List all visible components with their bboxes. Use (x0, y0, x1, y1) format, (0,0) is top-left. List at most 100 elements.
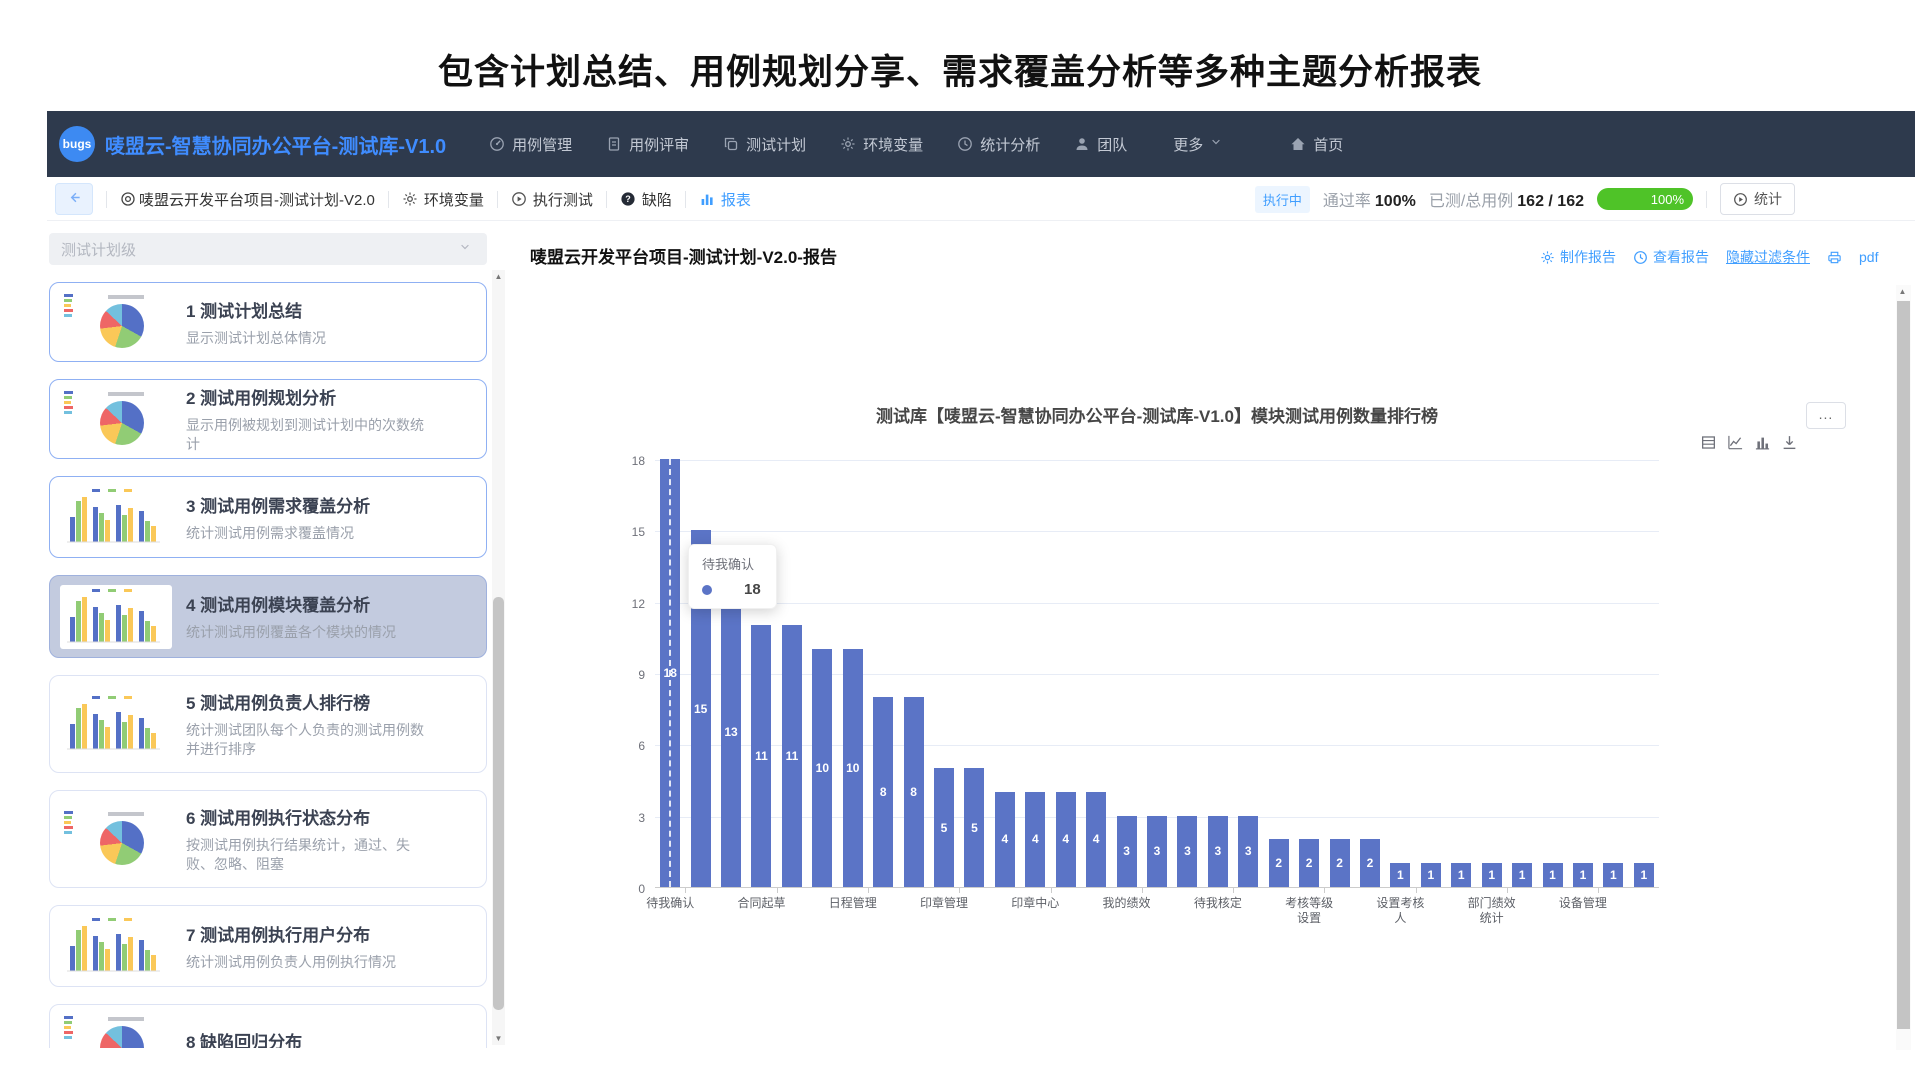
bar-value-label: 1 (1580, 868, 1587, 882)
toolbar-defects[interactable]: ? 缺陷 (620, 189, 672, 210)
emphasis-dash-line (669, 459, 671, 887)
chart-bar[interactable]: 5 (964, 768, 984, 887)
chart-bar[interactable]: 1 (1634, 863, 1654, 887)
report-card-5[interactable]: 5 测试用例负责人排行榜统计测试团队每个人负责的测试用例数并进行排序 (49, 675, 487, 773)
nav-item-test-plan[interactable]: 测试计划 (706, 134, 823, 155)
report-card-8[interactable]: 8 缺陷回归分布 (49, 1004, 487, 1048)
main-scrollbar-thumb[interactable] (1897, 301, 1910, 1029)
scroll-up-icon[interactable]: ▲ (1896, 287, 1909, 296)
report-card-2[interactable]: 2 测试用例规划分析显示用例被规划到测试计划中的次数统计 (49, 379, 487, 459)
x-axis-tick (1416, 888, 1417, 893)
chart-bar[interactable]: 1 (1421, 863, 1441, 887)
plan-level-select[interactable]: 测试计划级 (49, 233, 487, 265)
stats-button[interactable]: 统计 (1720, 183, 1795, 215)
chart-bar[interactable]: 2 (1360, 839, 1380, 887)
view-report-link[interactable]: 查看报告 (1633, 247, 1709, 267)
chart-bar[interactable]: 8 (904, 697, 924, 887)
nav-item-case-management[interactable]: 用例管理 (472, 134, 589, 155)
scroll-up-icon[interactable]: ▲ (492, 272, 505, 281)
chart-bar[interactable]: 4 (1056, 792, 1076, 887)
back-arrow-icon (67, 190, 82, 208)
chart-bar[interactable]: 8 (873, 697, 893, 887)
divider (388, 191, 389, 208)
download-icon[interactable] (1781, 434, 1798, 451)
chart-bar[interactable]: 1 (1390, 863, 1410, 887)
chart-bar[interactable]: 1 (1603, 863, 1623, 887)
app-logo[interactable]: bugs (59, 126, 95, 162)
chart-bar[interactable]: 2 (1269, 839, 1289, 887)
chart-bar[interactable]: 2 (1330, 839, 1350, 887)
chevron-down-icon (459, 241, 475, 257)
y-axis-label: 9 (601, 668, 645, 682)
chart-bar[interactable]: 3 (1208, 816, 1228, 887)
chart-bar[interactable]: 2 (1299, 839, 1319, 887)
bar-value-label: 1 (1397, 868, 1404, 882)
report-card-1[interactable]: 1 测试计划总结显示测试计划总体情况 (49, 282, 487, 362)
pdf-link[interactable]: pdf (1859, 249, 1878, 265)
chart-bar[interactable]: 3 (1117, 816, 1137, 887)
chart-bar[interactable]: 10 (812, 649, 832, 887)
chart-bar[interactable]: 13 (721, 578, 741, 887)
chart-bar[interactable]: 18 (660, 459, 680, 887)
x-axis-label: 待我确认 (628, 896, 712, 911)
chart-bar[interactable]: 3 (1238, 816, 1258, 887)
sidebar-scrollbar-thumb[interactable] (493, 597, 504, 1010)
chart-bar[interactable]: 4 (995, 792, 1015, 887)
toolbar-report[interactable]: 报表 (699, 189, 751, 210)
hide-filter-link[interactable]: 隐藏过滤条件 (1726, 247, 1810, 267)
chart-bar[interactable]: 1 (1512, 863, 1532, 887)
chart-bar[interactable]: 4 (1025, 792, 1045, 887)
report-card-6[interactable]: 6 测试用例执行状态分布按测试用例执行结果统计，通过、失败、忽略、阻塞 (49, 790, 487, 888)
x-axis-tick (959, 888, 960, 893)
copy-icon (723, 136, 739, 152)
line-chart-toggle-icon[interactable] (1727, 434, 1744, 451)
chart-bar[interactable]: 3 (1177, 816, 1197, 887)
pie-chart-thumbnail (60, 807, 172, 871)
chart-bar[interactable]: 4 (1086, 792, 1106, 887)
report-card-3[interactable]: 3 测试用例需求覆盖分析统计测试用例需求覆盖情况 (49, 476, 487, 558)
clock-icon (1633, 250, 1648, 265)
bar-value-label: 1 (1427, 868, 1434, 882)
chart-bar[interactable]: 11 (782, 625, 802, 887)
print-icon[interactable] (1827, 250, 1842, 265)
question-circle-icon: ? (620, 191, 636, 207)
gear-icon (1540, 250, 1555, 265)
pie-thumbnail (100, 304, 144, 348)
chart-bar[interactable]: 10 (843, 649, 863, 887)
bar-chart-toggle-icon[interactable] (1754, 434, 1771, 451)
thumb-legend (64, 391, 73, 416)
toolbar-env-variables[interactable]: 环境变量 (402, 189, 484, 210)
target-icon (120, 191, 136, 207)
chart-bar[interactable]: 1 (1451, 863, 1471, 887)
chart-bar[interactable]: 11 (751, 625, 771, 887)
nav-item-stats-analysis[interactable]: 统计分析 (940, 134, 1057, 155)
bar-value-label: 4 (1093, 832, 1100, 846)
nav-item-case-review[interactable]: 用例评审 (589, 134, 706, 155)
chart-bar[interactable]: 1 (1482, 863, 1502, 887)
chart-bar[interactable]: 3 (1147, 816, 1167, 887)
play-circle-icon (511, 191, 527, 207)
chart-bar[interactable]: 5 (934, 768, 954, 887)
report-card-7[interactable]: 7 测试用例执行用户分布统计测试用例负责人用例执行情况 (49, 905, 487, 987)
main-scrollbar[interactable]: ▲ (1896, 285, 1911, 1050)
back-button[interactable] (55, 183, 93, 215)
make-report-link[interactable]: 制作报告 (1540, 247, 1616, 267)
project-breadcrumb[interactable]: 唛盟云开发平台项目-测试计划-V2.0 (120, 189, 375, 210)
nav-item-more[interactable]: 更多 (1156, 134, 1243, 155)
report-card-4[interactable]: 4 测试用例模块覆盖分析统计测试用例覆盖各个模块的情况 (49, 575, 487, 658)
top-navbar: bugs 唛盟云-智慧协同办公平台-测试库-V1.0 用例管理用例评审测试计划环… (47, 111, 1915, 177)
chart-bar[interactable]: 1 (1573, 863, 1593, 887)
toolbar-run-test[interactable]: 执行测试 (511, 189, 593, 210)
data-view-icon[interactable] (1700, 434, 1717, 451)
x-axis-tick (1142, 888, 1143, 893)
nav-item-env-variables[interactable]: 环境变量 (823, 134, 940, 155)
nav-item-home[interactable]: 首页 (1273, 134, 1360, 155)
nav-item-team[interactable]: 团队 (1057, 134, 1144, 155)
chart-bar[interactable]: 1 (1543, 863, 1563, 887)
report-more-button[interactable]: ... (1806, 402, 1846, 429)
sidebar-scrollbar[interactable]: ▲ ▼ (492, 270, 505, 1045)
card-title: 8 缺陷回归分布 (186, 1028, 302, 1048)
scroll-down-icon[interactable]: ▼ (492, 1034, 505, 1043)
tooltip-value: 18 (744, 581, 761, 598)
bar-value-label: 4 (1032, 832, 1039, 846)
